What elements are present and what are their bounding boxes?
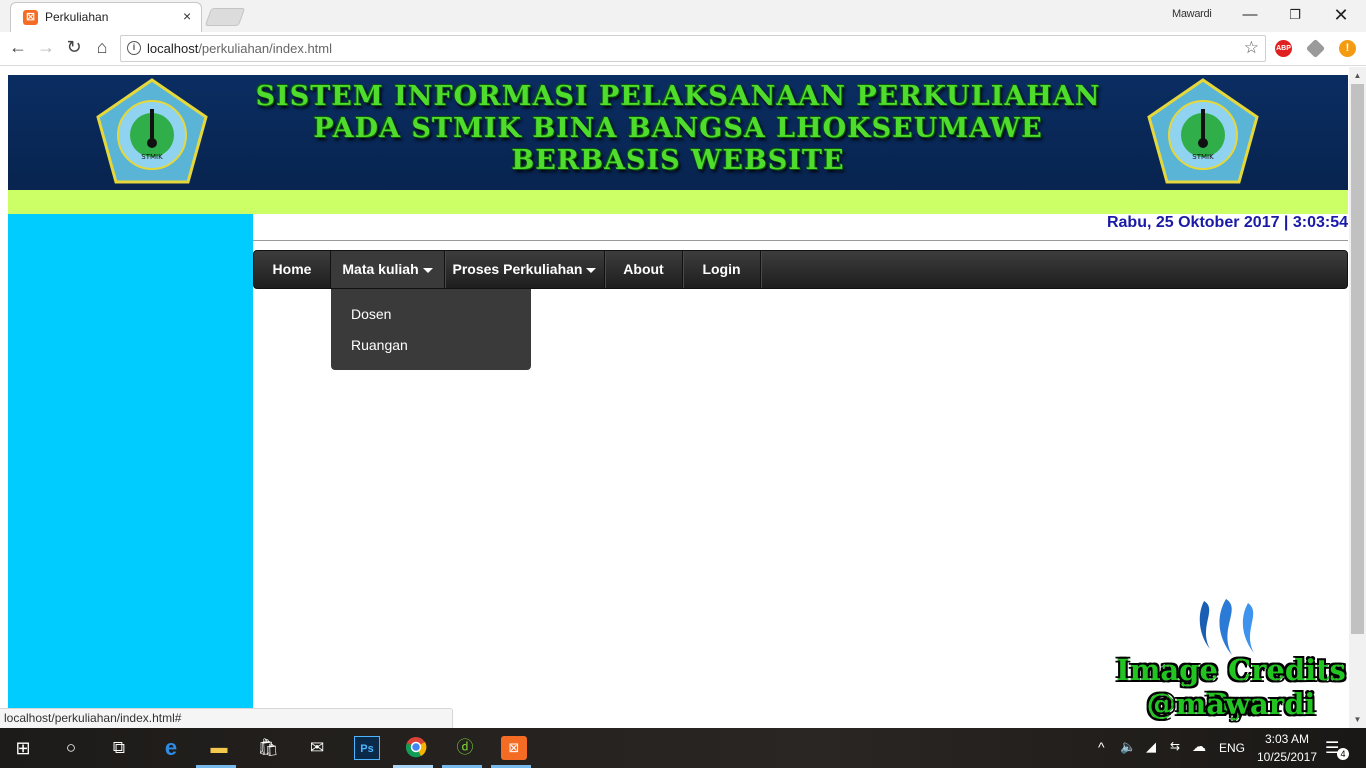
page-viewport: STMIK STMIK SISTEM INFORMASI PELAKSANAAN… (0, 67, 1366, 728)
windows-taskbar: ⊞ ○ ⧉ e ▬ 🛍 ✉ Ps ⓓ ⊠ ^ 🔈 ◢ ⇆ ☁ ENG 3:03 … (0, 728, 1366, 768)
wifi-icon[interactable]: ◢ (1146, 739, 1156, 755)
back-icon[interactable]: ← (7, 37, 29, 58)
xampp-favicon-icon: ⊠ (23, 10, 38, 25)
browser-toolbar: ← → ↻ ⌂ i localhost/perkuliahan/index.ht… (0, 32, 1366, 66)
browser-tab[interactable]: ⊠ Perkuliahan × (10, 2, 202, 32)
photoshop-icon[interactable]: Ps (354, 736, 380, 760)
network-icon[interactable]: ⇆ (1170, 739, 1180, 753)
mata-kuliah-dropdown: Dosen Ruangan (331, 289, 531, 370)
minimize-icon[interactable]: — (1230, 4, 1270, 26)
chrome-icon[interactable] (403, 736, 429, 760)
caret-down-icon (586, 267, 597, 273)
forward-icon[interactable]: → (35, 37, 57, 58)
menu-login[interactable]: Login (683, 251, 761, 288)
onedrive-icon[interactable]: ☁ (1192, 738, 1206, 755)
mail-icon[interactable]: ✉ (304, 736, 330, 760)
steem-logo-icon (1199, 599, 1254, 655)
home-icon[interactable]: ⌂ (91, 37, 113, 58)
info-icon[interactable]: i (127, 41, 141, 55)
task-view-icon[interactable]: ⧉ (106, 736, 132, 760)
menu-proses-perkuliahan[interactable]: Proses Perkuliahan (445, 251, 605, 288)
image-credit-watermark: Image Credits By: @mawardi (1096, 597, 1366, 727)
alert-extension-icon[interactable]: ! (1339, 40, 1356, 57)
credit-line-2: @mawardi (1146, 687, 1316, 721)
language-indicator[interactable]: ENG (1219, 741, 1245, 755)
dreamweaver-icon[interactable]: ⓓ (452, 736, 478, 760)
main-menu-bar: Home Mata kuliah Proses Perkuliahan Abou… (253, 250, 1348, 289)
tray-chevron-icon[interactable]: ^ (1098, 739, 1105, 755)
cortana-search-icon[interactable]: ○ (58, 736, 84, 760)
clock-time[interactable]: 3:03 AM (1257, 732, 1317, 746)
adblock-icon[interactable]: ABP (1275, 40, 1292, 57)
date-time-display: Rabu, 25 Oktober 2017 | 3:03:54 (253, 213, 1348, 241)
caret-down-icon (422, 267, 433, 273)
address-bar[interactable]: i localhost/perkuliahan/index.html ☆ (120, 35, 1266, 62)
menu-mata-kuliah[interactable]: Mata kuliah (331, 251, 445, 288)
tab-close-icon[interactable]: × (183, 8, 191, 24)
banner-title-line-3: BERBASIS WEBSITE (511, 145, 845, 176)
profile-name[interactable]: Mawardi (1172, 8, 1212, 20)
scroll-up-icon[interactable]: ▲ (1349, 67, 1366, 84)
scroll-thumb[interactable] (1351, 84, 1364, 634)
notification-count-badge: 4 (1337, 748, 1349, 760)
extension-icon[interactable] (1305, 38, 1326, 59)
edge-browser-icon[interactable]: e (158, 736, 184, 760)
browser-tab-strip: ⊠ Perkuliahan × Mawardi — ❐ ✕ (0, 0, 1366, 32)
tab-title: Perkuliahan (45, 10, 109, 24)
url-text[interactable]: localhost/perkuliahan/index.html (147, 41, 332, 56)
status-bar-url: localhost/perkuliahan/index.html# (0, 708, 453, 728)
green-accent-bar (8, 190, 1348, 214)
banner-title-line-2: PADA STMIK BINA BANGSA LHOKSEUMAWE (313, 113, 1043, 144)
store-icon[interactable]: 🛍 (255, 736, 281, 760)
menu-about[interactable]: About (605, 251, 683, 288)
site-banner: STMIK STMIK SISTEM INFORMASI PELAKSANAAN… (8, 75, 1348, 190)
dropdown-item-dosen[interactable]: Dosen (351, 306, 391, 322)
new-tab-button[interactable] (204, 8, 246, 26)
file-explorer-icon[interactable]: ▬ (206, 736, 232, 760)
xampp-icon[interactable]: ⊠ (501, 736, 527, 760)
windows-start-icon[interactable]: ⊞ (10, 736, 36, 760)
restore-icon[interactable]: ❐ (1275, 4, 1315, 26)
dropdown-item-ruangan[interactable]: Ruangan (351, 337, 408, 353)
menu-home[interactable]: Home (254, 251, 331, 288)
banner-title-line-1: SISTEM INFORMASI PELAKSANAAN PERKULIAHAN (255, 81, 1101, 112)
bookmark-star-icon[interactable]: ☆ (1244, 38, 1259, 58)
left-sidebar (8, 214, 253, 728)
reload-icon[interactable]: ↻ (63, 37, 85, 58)
volume-icon[interactable]: 🔈 (1120, 739, 1136, 755)
window-close-icon[interactable]: ✕ (1321, 4, 1361, 26)
clock-date[interactable]: 10/25/2017 (1251, 750, 1323, 764)
